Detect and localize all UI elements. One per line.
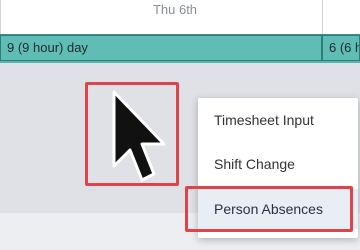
screenshot-stage: Thu 6th 9 (9 hour) day 6 (6 ho Timesheet… xyxy=(0,0,360,250)
menu-item-timesheet-input[interactable]: Timesheet Input xyxy=(198,100,358,140)
menu-item-shift-change[interactable]: Shift Change xyxy=(198,144,358,184)
day-column-header: Thu 6th xyxy=(152,2,198,17)
column-divider xyxy=(0,0,1,34)
menu-item-highlight-box xyxy=(185,186,353,232)
shift-cell[interactable]: 6 (6 ho xyxy=(322,35,360,61)
shift-cell[interactable]: 9 (9 hour) day xyxy=(0,35,322,61)
arrow-cursor-icon xyxy=(112,90,166,182)
calendar-header: Thu 6th xyxy=(0,0,360,35)
column-divider xyxy=(322,0,323,34)
